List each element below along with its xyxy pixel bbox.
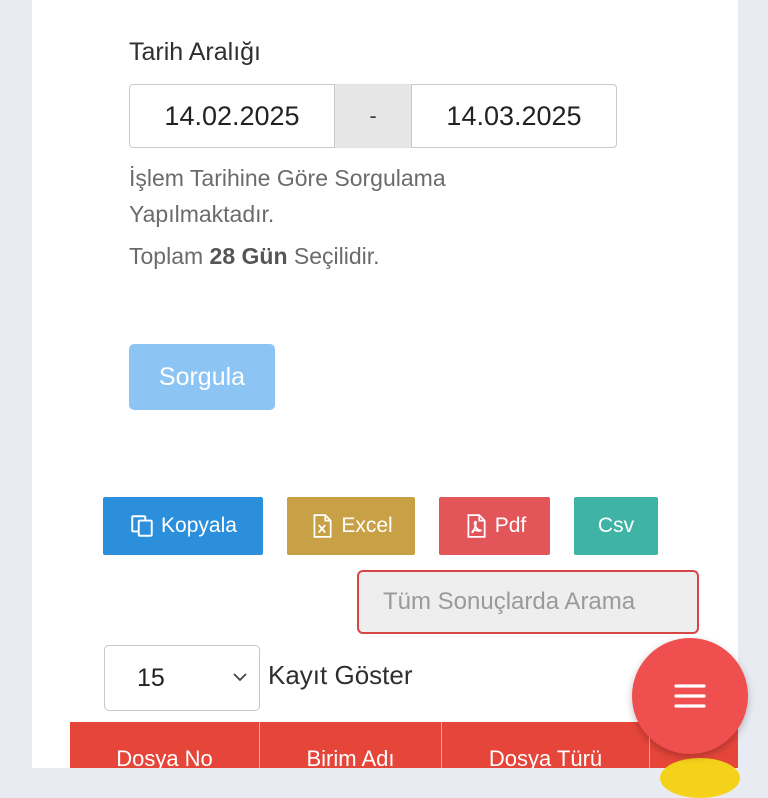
excel-file-icon [313,514,332,538]
date-separator: - [335,84,411,148]
page-size-value: 15 [137,663,165,692]
total-suffix: Seçilidir. [293,243,380,269]
date-range-label: Tarih Aralığı [129,38,262,66]
column-header[interactable]: Dosya Türü [442,722,650,768]
copy-icon [131,515,153,537]
copy-label: Kopyala [161,514,237,537]
excel-label: Excel [341,514,393,537]
page-size-select[interactable]: 15 [104,645,260,711]
total-prefix: Toplam [129,243,204,269]
total-days-text: Toplam 28 Gün Seçilidir. [129,243,380,270]
content-card: Tarih Aralığı 14.02.2025 - 14.03.2025 İş… [32,0,738,768]
column-header[interactable]: Dosya No [70,722,260,768]
csv-button[interactable]: Csv [574,497,658,555]
floating-badge [660,758,740,798]
pdf-button[interactable]: Pdf [439,497,550,555]
pdf-file-icon [467,514,486,538]
column-header[interactable]: Birim Adı [260,722,442,768]
query-info-text: İşlem Tarihine Göre Sorgulama Yapılmakta… [129,165,446,227]
menu-fab-button[interactable] [632,638,748,754]
pdf-label: Pdf [494,514,527,537]
csv-label: Csv [597,514,635,537]
page-size-label: Kayıt Göster [268,660,413,690]
copy-button[interactable]: Kopyala [103,497,263,555]
query-button[interactable]: Sorgula [129,344,275,410]
excel-button[interactable]: Excel [287,497,415,555]
menu-icon [674,684,706,708]
table-header: Dosya No Birim Adı Dosya Türü [70,722,738,768]
search-input[interactable]: Tüm Sonuçlarda Arama [357,570,699,634]
chevron-down-icon [233,673,247,682]
start-date-input[interactable]: 14.02.2025 [129,84,335,148]
end-date-input[interactable]: 14.03.2025 [411,84,617,148]
total-days: 28 Gün [209,243,288,269]
